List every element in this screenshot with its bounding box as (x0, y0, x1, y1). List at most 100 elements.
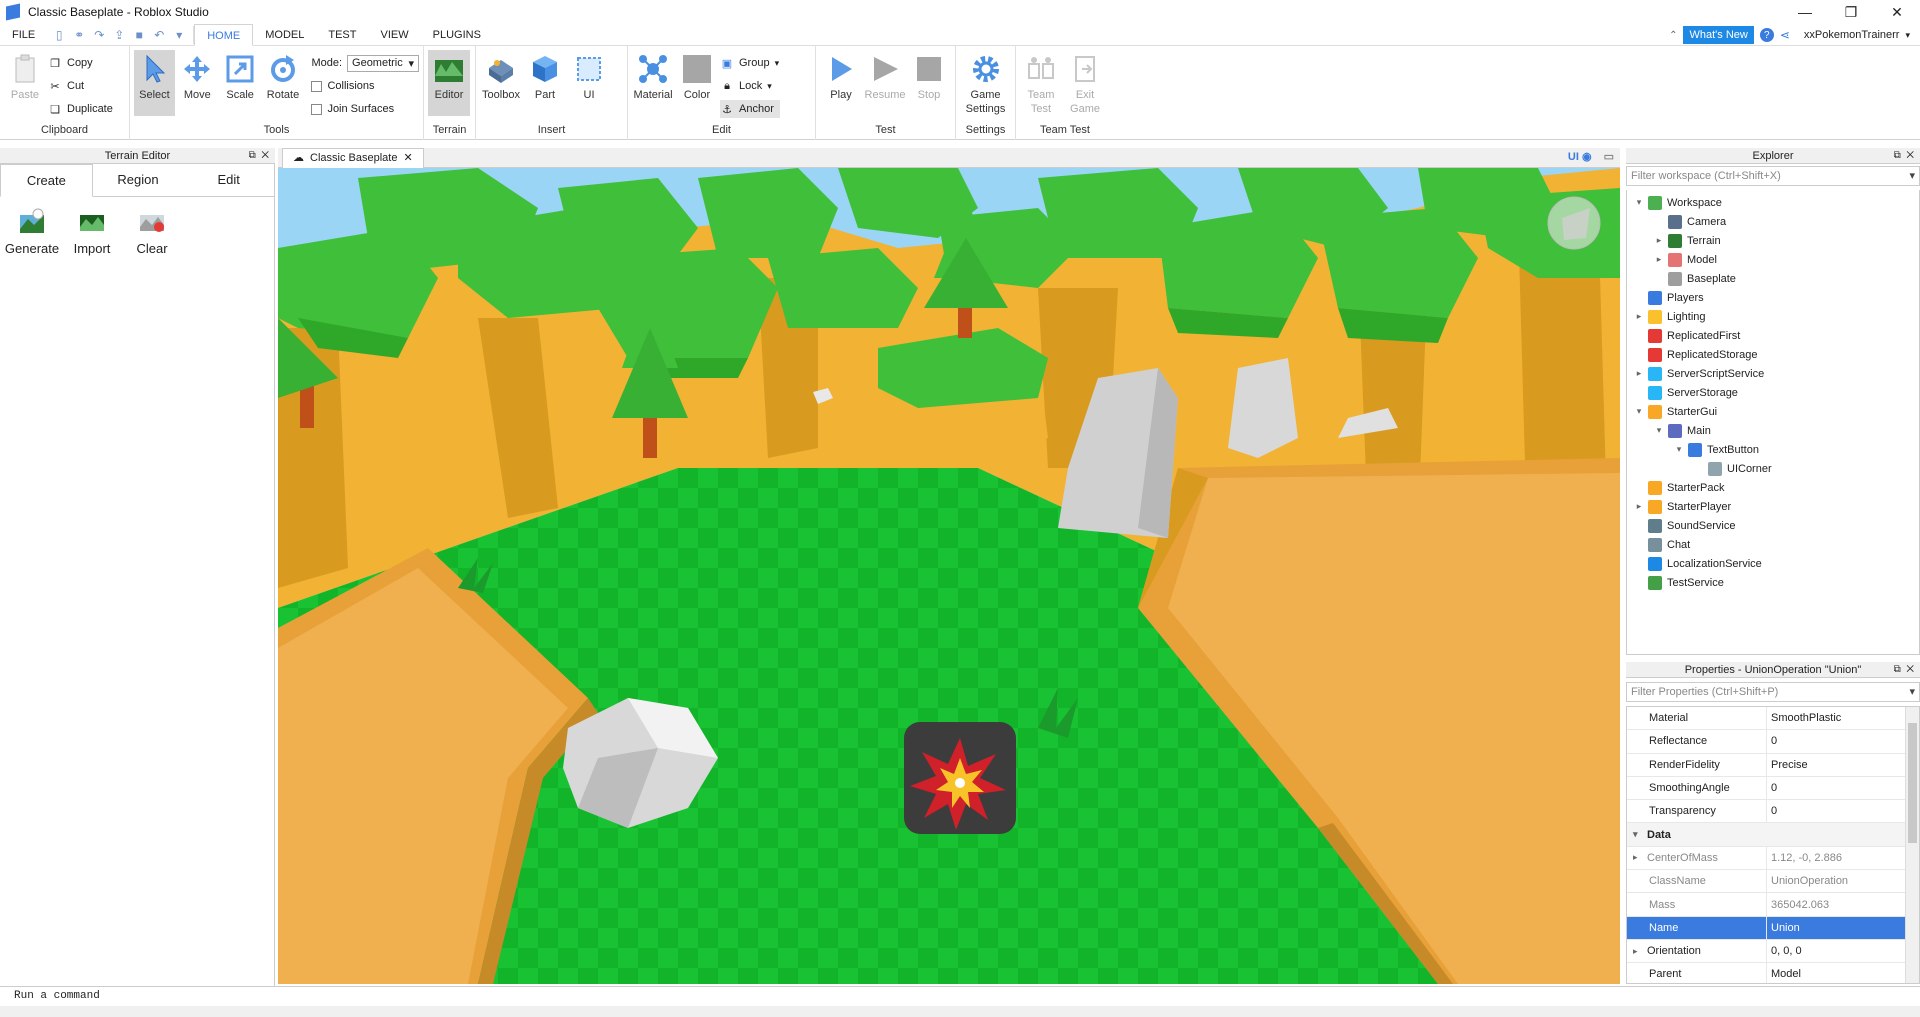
expand-arrow-icon[interactable]: ▸ (1653, 254, 1665, 265)
join-surfaces-toggle[interactable]: Join Surfaces (311, 100, 419, 118)
explorer-item[interactable]: LocalizationService (1627, 554, 1919, 573)
explorer-item[interactable]: Baseplate (1627, 269, 1919, 288)
explorer-item[interactable]: ServerStorage (1627, 383, 1919, 402)
exit-game-button[interactable]: Exit Game (1064, 50, 1106, 116)
explorer-item[interactable]: ▾ TextButton (1627, 440, 1919, 459)
team-test-button[interactable]: Team Test (1020, 50, 1062, 116)
expand-arrow-icon[interactable]: ▸ (1633, 368, 1645, 379)
property-row[interactable]: ▸ Orientation 0, 0, 0 (1627, 939, 1919, 964)
scale-button[interactable]: Scale (220, 50, 261, 116)
chevron-down-icon[interactable]: ▾ (171, 27, 187, 43)
material-button[interactable]: Material (632, 50, 674, 116)
publish-icon[interactable]: ⇪ (111, 27, 127, 43)
close-pane-icon[interactable]: ✕ (1906, 664, 1914, 675)
stop-square-icon[interactable]: ■ (131, 27, 147, 43)
property-value[interactable]: Model (1767, 968, 1919, 980)
terrain-editor-button[interactable]: Editor (428, 50, 470, 116)
anchor-button[interactable]: ⚓︎ Anchor (720, 100, 780, 118)
command-bar[interactable]: Run a command (0, 986, 1920, 1006)
property-row[interactable]: Reflectance 0 (1627, 730, 1919, 754)
explorer-item[interactable]: TestService (1627, 573, 1919, 592)
move-button[interactable]: Move (177, 50, 218, 116)
explorer-item[interactable]: ▾ Main (1627, 421, 1919, 440)
explorer-item[interactable]: UICorner (1627, 459, 1919, 478)
scrollbar-thumb[interactable] (1908, 723, 1917, 843)
expand-arrow-icon[interactable]: ▾ (1633, 197, 1645, 208)
explosion-text-button[interactable] (904, 722, 1016, 834)
property-category[interactable]: ▾ Data (1627, 823, 1919, 847)
color-button[interactable]: Color (676, 50, 718, 116)
property-row[interactable]: ▸ CenterOfMass 1.12, -0, 2.886 (1627, 846, 1919, 871)
paste-button[interactable]: Paste (4, 50, 46, 116)
tab-create[interactable]: Create (0, 164, 93, 197)
close-pane-icon[interactable]: ✕ (261, 150, 269, 161)
explorer-item[interactable]: ▸ Terrain (1627, 231, 1919, 250)
properties-filter-input[interactable]: Filter Properties (Ctrl+Shift+P) ▾ (1626, 682, 1920, 702)
expand-arrow-icon[interactable]: ▾ (1673, 444, 1685, 455)
expand-arrow-icon[interactable]: ▾ (1653, 425, 1665, 436)
tab-edit[interactable]: Edit (183, 164, 274, 196)
explorer-item[interactable]: ▾ StarterGui (1627, 402, 1919, 421)
expand-arrow-icon[interactable]: ▸ (1633, 852, 1647, 863)
explorer-item[interactable]: ReplicatedStorage (1627, 345, 1919, 364)
rotate-button[interactable]: Rotate (263, 50, 304, 116)
tab-home[interactable]: HOME (194, 23, 254, 46)
tab-plugins[interactable]: PLUGINS (421, 24, 493, 46)
close-tab-icon[interactable]: ✕ (403, 149, 412, 168)
generate-button[interactable]: Generate (2, 207, 62, 256)
property-value[interactable]: 0 (1767, 805, 1919, 817)
property-row[interactable]: Parent Model (1627, 963, 1919, 983)
clear-button[interactable]: Clear (122, 207, 182, 256)
close-pane-icon[interactable]: ✕ (1906, 150, 1914, 161)
close-button[interactable]: ✕ (1874, 0, 1920, 24)
explorer-item[interactable]: ▾ Workspace (1627, 193, 1919, 212)
resume-button[interactable]: Resume (864, 50, 906, 116)
explorer-item[interactable]: ReplicatedFirst (1627, 326, 1919, 345)
property-row[interactable]: RenderFidelity Precise (1627, 753, 1919, 777)
explorer-item[interactable]: Chat (1627, 535, 1919, 554)
whats-new-button[interactable]: What's New (1683, 26, 1754, 44)
float-pane-icon[interactable]: ⧉ (1894, 150, 1901, 161)
import-button[interactable]: Import (62, 207, 122, 256)
redo-icon[interactable]: ↷ (91, 27, 107, 43)
new-file-icon[interactable]: ▯ (51, 27, 67, 43)
3d-viewport[interactable] (278, 168, 1620, 984)
explorer-item[interactable]: StarterPack (1627, 478, 1919, 497)
property-value[interactable]: Union (1767, 916, 1919, 939)
expand-arrow-icon[interactable]: ▾ (1633, 406, 1645, 417)
part-button[interactable]: Part (524, 50, 566, 116)
property-row[interactable]: ClassName UnionOperation (1627, 870, 1919, 894)
select-button[interactable]: Select (134, 50, 175, 116)
binoculars-icon[interactable]: ⚭ (71, 27, 87, 43)
ui-button[interactable]: UI (568, 50, 610, 116)
explorer-item[interactable]: ▸ Model (1627, 250, 1919, 269)
tab-test[interactable]: TEST (316, 24, 368, 46)
property-value[interactable]: 0 (1767, 735, 1919, 747)
collisions-checkbox[interactable] (311, 80, 323, 92)
expand-arrow-icon[interactable]: ▾ (1633, 829, 1647, 840)
game-settings-button[interactable]: Game Settings (960, 50, 1011, 116)
username[interactable]: xxPokemonTrainerr (1804, 29, 1900, 41)
chevron-up-icon[interactable]: ⌃ (1669, 30, 1677, 41)
property-row[interactable]: Transparency 0 (1627, 800, 1919, 824)
help-icon[interactable]: ? (1759, 28, 1774, 42)
property-row[interactable]: Mass 365042.063 (1627, 893, 1919, 917)
expand-arrow-icon[interactable]: ▸ (1633, 501, 1645, 512)
property-value[interactable]: 0 (1767, 782, 1919, 794)
property-value[interactable]: 0, 0, 0 (1767, 945, 1919, 957)
lock-button[interactable]: 🔒︎ Lock ▾ (720, 77, 780, 95)
collisions-toggle[interactable]: Collisions (311, 77, 419, 95)
chevron-down-icon[interactable]: ▾ (1909, 167, 1915, 185)
properties-scrollbar[interactable] (1905, 707, 1919, 983)
property-value[interactable]: SmoothPlastic (1767, 712, 1919, 724)
undo-icon[interactable]: ↶ (151, 27, 167, 43)
duplicate-button[interactable]: ❏ Duplicate (48, 100, 113, 118)
mode-select[interactable]: Geometric ▾ (347, 54, 420, 72)
explorer-item[interactable]: Players (1627, 288, 1919, 307)
property-row[interactable]: SmoothingAngle 0 (1627, 776, 1919, 801)
explorer-item[interactable]: SoundService (1627, 516, 1919, 535)
copy-button[interactable]: ❐ Copy (48, 54, 113, 72)
view-orientation-gizmo[interactable] (1547, 196, 1601, 250)
menu-file[interactable]: FILE (0, 24, 47, 46)
expand-arrow-icon[interactable]: ▸ (1633, 311, 1645, 322)
